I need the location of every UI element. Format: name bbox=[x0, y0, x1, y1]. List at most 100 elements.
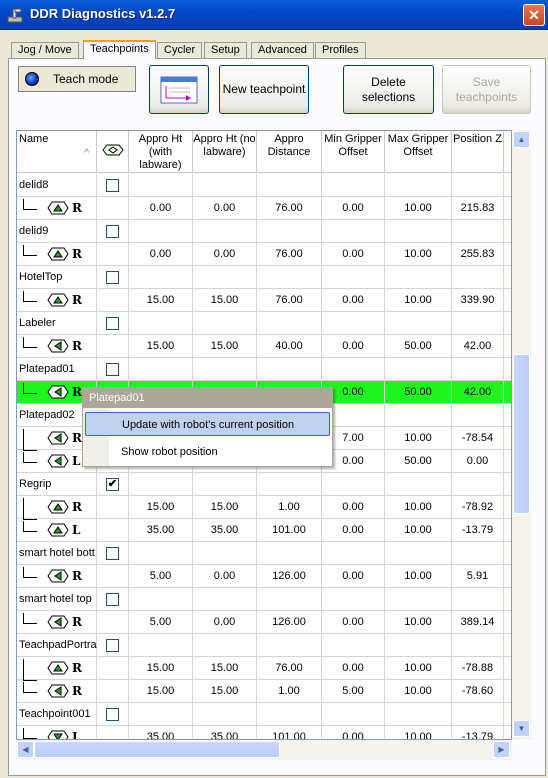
grid-cell[interactable]: -78.92 bbox=[452, 496, 504, 518]
grid-cell[interactable] bbox=[129, 220, 193, 242]
horizontal-scroll-thumb[interactable] bbox=[34, 741, 280, 758]
grid-cell[interactable]: 0.00 bbox=[129, 197, 193, 219]
grid-cell[interactable] bbox=[385, 588, 452, 610]
grid-cell[interactable] bbox=[193, 358, 257, 380]
grid-cell[interactable] bbox=[452, 404, 504, 426]
grid-cell[interactable] bbox=[385, 703, 452, 725]
column-header-position-z[interactable]: Position Z bbox=[452, 131, 504, 173]
select-checkbox[interactable] bbox=[106, 708, 119, 721]
grid-cell[interactable]: 50.00 bbox=[385, 450, 452, 472]
grid-cell[interactable] bbox=[193, 473, 257, 495]
grid-cell[interactable] bbox=[97, 519, 129, 541]
grid-cell[interactable]: 10.00 bbox=[385, 243, 452, 265]
grid-cell[interactable] bbox=[129, 312, 193, 334]
grid-cell[interactable]: -78.54 bbox=[452, 427, 504, 449]
menu-item-update-position[interactable]: Update with robot's current position bbox=[85, 412, 330, 436]
grid-cell[interactable] bbox=[129, 266, 193, 288]
teachpoint-arm-row[interactable]: 35.00 35.00 101.00 0.00 10.00 -13.79 L bbox=[17, 519, 511, 542]
grid-cell[interactable]: 0.00 bbox=[322, 496, 385, 518]
grid-cell[interactable]: 10.00 bbox=[385, 565, 452, 587]
teach-mode-button[interactable]: Teach mode bbox=[18, 66, 136, 92]
teachpoint-name-row[interactable]: Labeler bbox=[17, 312, 511, 335]
grid-cell[interactable]: 40.00 bbox=[257, 335, 322, 357]
grid-cell[interactable]: 15.00 bbox=[129, 335, 193, 357]
grid-cell[interactable] bbox=[257, 588, 322, 610]
grid-cell[interactable] bbox=[193, 542, 257, 564]
grid-cell[interactable]: 0.00 bbox=[322, 726, 385, 739]
grid-cell[interactable]: -78.88 bbox=[452, 657, 504, 679]
grid-cell[interactable]: 0.00 bbox=[322, 519, 385, 541]
select-checkbox[interactable] bbox=[106, 271, 119, 284]
column-header-max-gripper[interactable]: Max Gripper Offset bbox=[385, 131, 452, 173]
teachpoint-name-row[interactable]: TeachpadPortra bbox=[17, 634, 511, 657]
teachpoint-name[interactable]: HotelTop bbox=[19, 266, 97, 288]
grid-cell[interactable] bbox=[129, 358, 193, 380]
select-checkbox[interactable] bbox=[106, 317, 119, 330]
teachpoint-arm-row[interactable]: 5.00 0.00 126.00 0.00 10.00 5.91 R bbox=[17, 565, 511, 588]
teachpoint-name-row[interactable]: smart hotel bott bbox=[17, 542, 511, 565]
teachpoint-name[interactable]: smart hotel bott bbox=[19, 542, 97, 564]
scroll-down-button[interactable]: ▼ bbox=[513, 720, 530, 737]
teachpoint-name-row[interactable]: delid9 bbox=[17, 220, 511, 243]
grid-cell[interactable] bbox=[97, 335, 129, 357]
grid-cell[interactable] bbox=[97, 289, 129, 311]
grid-cell[interactable]: 126.00 bbox=[257, 565, 322, 587]
grid-cell[interactable] bbox=[257, 174, 322, 196]
grid-cell[interactable] bbox=[129, 542, 193, 564]
select-checkbox[interactable] bbox=[106, 547, 119, 560]
column-header-icon[interactable] bbox=[97, 131, 129, 173]
grid-cell[interactable] bbox=[385, 358, 452, 380]
teachpoint-name-row[interactable]: Regrip ✔ bbox=[17, 473, 511, 496]
grid-cell[interactable] bbox=[385, 542, 452, 564]
grid-cell[interactable]: 0.00 bbox=[129, 243, 193, 265]
grid-cell[interactable] bbox=[322, 588, 385, 610]
teachpoint-arm-row[interactable]: 0.00 0.00 76.00 0.00 10.00 215.83 R bbox=[17, 197, 511, 220]
grid-cell[interactable] bbox=[452, 220, 504, 242]
grid-cell[interactable]: 255.83 bbox=[452, 243, 504, 265]
grid-cell[interactable]: 15.00 bbox=[193, 289, 257, 311]
grid-cell[interactable] bbox=[257, 542, 322, 564]
grid-cell[interactable]: 35.00 bbox=[129, 519, 193, 541]
grid-cell[interactable]: 76.00 bbox=[257, 657, 322, 679]
grid-cell[interactable] bbox=[385, 473, 452, 495]
grid-cell[interactable] bbox=[385, 266, 452, 288]
grid-cell[interactable]: 50.00 bbox=[385, 381, 452, 403]
grid-cell[interactable] bbox=[452, 634, 504, 656]
grid-cell[interactable] bbox=[129, 588, 193, 610]
grid-cell[interactable]: 15.00 bbox=[193, 657, 257, 679]
teachpoint-arm-row[interactable]: 15.00 15.00 1.00 5.00 10.00 -78.60 R bbox=[17, 680, 511, 703]
grid-cell[interactable]: 5.00 bbox=[322, 680, 385, 702]
grid-cell[interactable]: 101.00 bbox=[257, 519, 322, 541]
column-header-appro-distance[interactable]: Appro Distance bbox=[257, 131, 322, 173]
grid-cell[interactable]: 0.00 bbox=[322, 611, 385, 633]
grid-cell[interactable] bbox=[452, 542, 504, 564]
tab-teachpoints[interactable]: Teachpoints bbox=[83, 40, 156, 59]
grid-cell[interactable] bbox=[322, 542, 385, 564]
select-checkbox[interactable] bbox=[106, 225, 119, 238]
grid-cell[interactable]: 126.00 bbox=[257, 611, 322, 633]
grid-cell[interactable] bbox=[97, 197, 129, 219]
teachpoint-arm-row[interactable]: 15.00 15.00 76.00 0.00 10.00 339.90 R bbox=[17, 289, 511, 312]
scroll-left-button[interactable]: ◀ bbox=[17, 741, 34, 758]
grid-cell[interactable] bbox=[193, 312, 257, 334]
grid-cell[interactable] bbox=[322, 473, 385, 495]
teachpoint-name-row[interactable]: delid8 bbox=[17, 174, 511, 197]
grid-cell[interactable]: 42.00 bbox=[452, 381, 504, 403]
grid-cell[interactable]: 10.00 bbox=[385, 726, 452, 739]
grid-cell[interactable]: 15.00 bbox=[193, 496, 257, 518]
grid-cell[interactable]: 10.00 bbox=[385, 611, 452, 633]
grid-cell[interactable] bbox=[129, 473, 193, 495]
grid-cell[interactable] bbox=[385, 174, 452, 196]
teachpoint-arm-row[interactable]: 35.00 35.00 101.00 0.00 10.00 -13.79 L bbox=[17, 726, 511, 739]
grid-cell[interactable] bbox=[385, 312, 452, 334]
grid-cell[interactable] bbox=[322, 703, 385, 725]
grid-cell[interactable]: 0.00 bbox=[322, 335, 385, 357]
grid-cell[interactable] bbox=[97, 243, 129, 265]
teachpoint-name-row[interactable]: HotelTop bbox=[17, 266, 511, 289]
grid-cell[interactable] bbox=[129, 174, 193, 196]
grid-cell[interactable] bbox=[193, 588, 257, 610]
grid-cell[interactable] bbox=[385, 404, 452, 426]
menu-item-show-robot-position[interactable]: Show robot position bbox=[85, 440, 330, 464]
grid-cell[interactable]: 35.00 bbox=[193, 519, 257, 541]
grid-cell[interactable]: 15.00 bbox=[193, 335, 257, 357]
